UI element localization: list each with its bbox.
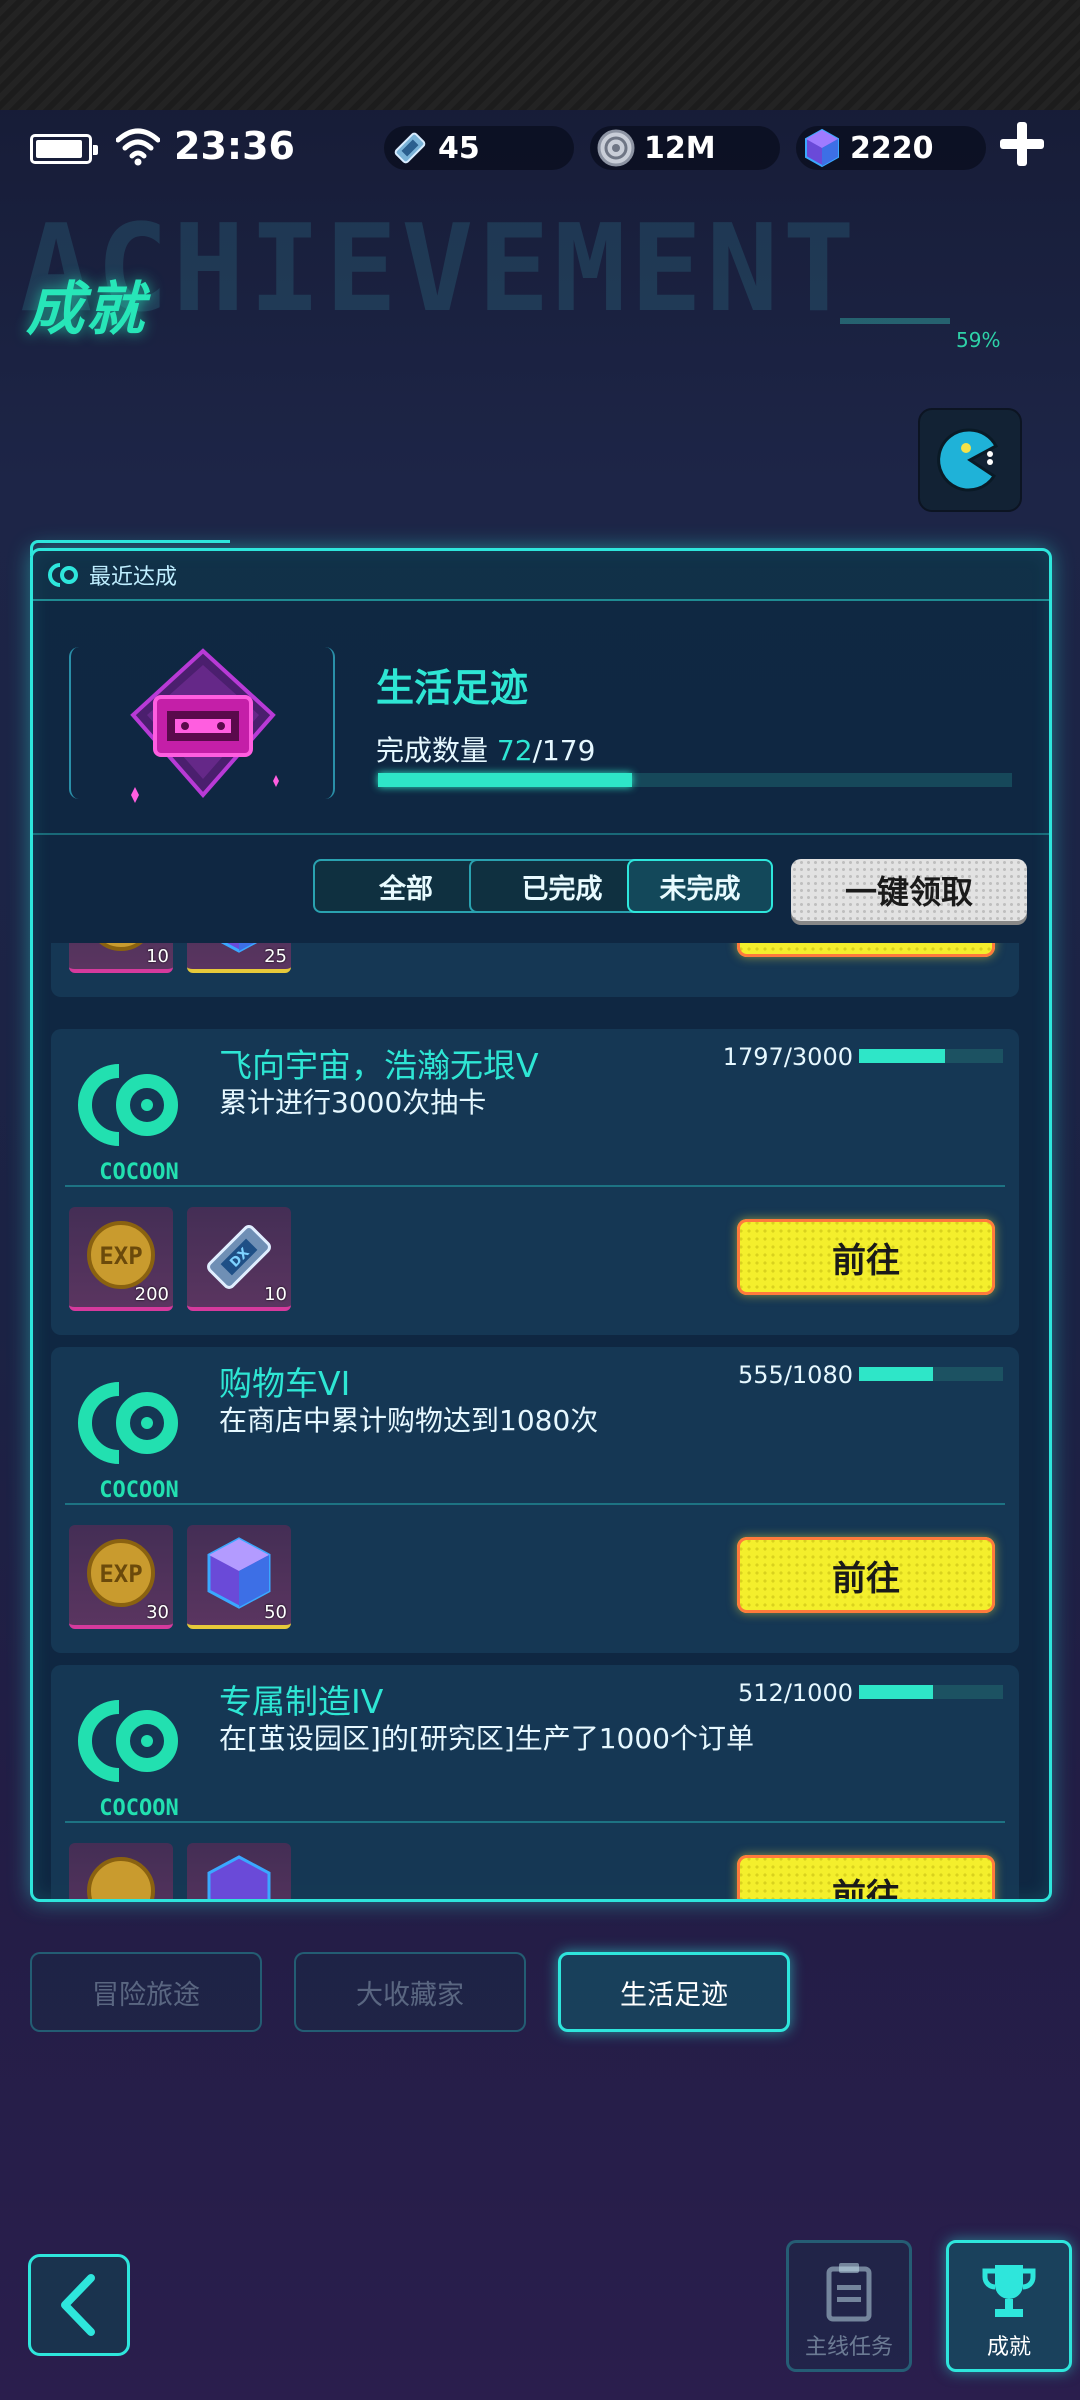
cocoon-small-icon (48, 563, 78, 587)
achievement-progress-bar (859, 1685, 1003, 1699)
achievement-card: COCOON 飞向宇宙，浩瀚无垠V 累计进行3000次抽卡 1797/3000 … (51, 1029, 1019, 1335)
achievement-progress-bar (859, 1049, 1003, 1063)
svg-text:EXP: EXP (99, 1242, 142, 1270)
go-button[interactable]: 前往 (737, 1537, 995, 1613)
achievement-progress-text: 512/1000 (738, 1679, 853, 1707)
achievement-list[interactable]: EXP 10 25 前往 COCOON 飞向宇宙，浩 (33, 943, 1049, 1899)
reward-exp[interactable]: EXP 200 (69, 1207, 173, 1311)
category-progress-fill (378, 773, 632, 787)
main-quest-button[interactable]: 主线任务 (786, 2240, 912, 2372)
ticket-currency[interactable]: 45 (384, 126, 574, 170)
achievement-progress-fill (859, 1685, 933, 1699)
achievement-progress-bar (859, 1367, 1003, 1381)
clipboard-icon (826, 2263, 872, 2322)
coin-icon (597, 129, 635, 167)
reward-exp[interactable]: EXP 10 (69, 943, 173, 973)
chat-bubble-icon (937, 428, 999, 492)
coin-count: 12M (644, 130, 716, 166)
status-bar: 23:36 45 12M 2220 (0, 110, 1080, 180)
cocoon-logo-icon: COCOON (78, 1064, 179, 1185)
title-deco-percent: 59% (956, 328, 1001, 352)
category-badge-icon (130, 648, 279, 803)
achievements-label: 成就 (986, 2335, 1031, 2360)
go-button[interactable]: 前往 (737, 1855, 995, 1899)
reward-amount: 200 (134, 1284, 169, 1305)
ticket-icon (394, 132, 426, 164)
achievement-card: COCOON 购物车VI 在商店中累计购物达到1080次 555/1080 EX… (51, 1347, 1019, 1653)
achievement-panel: 最近达成 生活足迹 完成数量 72/179 全部 已完成 未完成 一键领取 EX… (30, 548, 1052, 1902)
panel-divider (33, 833, 1049, 835)
battery-icon (30, 134, 98, 164)
achievement-desc: 在商店中累计购物达到1080次 (219, 1404, 599, 1437)
ticket-count: 45 (438, 130, 480, 166)
main-quest-label: 主线任务 (804, 2335, 893, 2360)
cocoon-logo-icon: COCOON (78, 1382, 179, 1503)
gem-cube-icon (207, 1855, 271, 1899)
gem-count: 2220 (850, 130, 934, 166)
total-count: /179 (532, 734, 596, 767)
filter-incomplete[interactable]: 未完成 (627, 859, 773, 913)
gem-currency[interactable]: 2220 (796, 126, 986, 170)
reward-amount: 50 (264, 1602, 287, 1623)
completed-count: 72 (496, 734, 533, 767)
chevron-left-icon (61, 2274, 95, 2336)
gem-icon (805, 128, 839, 168)
achievement-name: 专属制造IV (219, 1682, 384, 1721)
card-divider (65, 1503, 1005, 1505)
back-button[interactable] (28, 2254, 130, 2356)
achievement-progress-text: 1797/3000 (722, 1043, 853, 1071)
achievement-progress-fill (859, 1049, 946, 1063)
wifi-icon (116, 128, 160, 166)
achievement-desc: 累计进行3000次抽卡 (219, 1086, 487, 1119)
page-title: 成就 (26, 275, 147, 343)
top-bar (0, 0, 1080, 110)
exp-coin-icon (87, 1857, 155, 1899)
svg-text:EXP: EXP (99, 1560, 142, 1588)
reward-amount: 25 (264, 946, 287, 967)
go-button[interactable]: 前往 (737, 1219, 995, 1295)
reward-ticket[interactable]: DX 10 (187, 1207, 291, 1311)
achievement-name: 购物车VI (219, 1364, 351, 1403)
completion-count-label: 完成数量 (376, 734, 489, 767)
achievement-desc: 在[茧设园区]的[研究区]生产了1000个订单 (219, 1722, 754, 1755)
tab-life-footprint[interactable]: 生活足迹 (558, 1952, 790, 2032)
reward-exp[interactable] (69, 1843, 173, 1899)
coin-currency[interactable]: 12M (590, 126, 780, 170)
reward-gem[interactable]: 50 (187, 1525, 291, 1629)
title-deco-bar (840, 318, 950, 324)
reward-exp[interactable]: EXP 30 (69, 1525, 173, 1629)
reward-gem[interactable] (187, 1843, 291, 1899)
cocoon-logo-icon: COCOON (78, 1700, 179, 1821)
go-button[interactable]: 前往 (737, 943, 995, 957)
completion-count: 完成数量 72/179 (376, 729, 595, 769)
reward-amount: 30 (146, 1602, 169, 1623)
category-progress-bar (378, 773, 1012, 787)
cocoon-logo-text: COCOON (99, 1478, 178, 1503)
card-divider (65, 1185, 1005, 1187)
add-currency-button[interactable] (996, 118, 1048, 170)
recent-header: 最近达成 (33, 551, 1049, 601)
cocoon-logo-text: COCOON (99, 1796, 178, 1821)
tab-collector[interactable]: 大收藏家 (294, 1952, 526, 2032)
reward-amount: 10 (146, 946, 169, 967)
achievement-name: 飞向宇宙，浩瀚无垠V (219, 1046, 539, 1085)
clock: 23:36 (174, 124, 295, 168)
trophy-icon (982, 2265, 1036, 2317)
claim-all-button[interactable]: 一键领取 (791, 859, 1027, 921)
achievement-progress-fill (859, 1367, 934, 1381)
achievement-card-partial: EXP 10 25 前往 (51, 943, 1019, 997)
reward-amount: 10 (264, 1284, 287, 1305)
achievement-progress-text: 555/1080 (738, 1361, 853, 1389)
tab-adventure[interactable]: 冒险旅途 (30, 1952, 262, 2032)
recent-label: 最近达成 (89, 565, 178, 590)
achievements-button[interactable]: 成就 (946, 2240, 1072, 2372)
reward-gem[interactable]: 25 (187, 943, 291, 973)
chat-button[interactable] (918, 408, 1022, 512)
cocoon-logo-text: COCOON (99, 1160, 178, 1185)
category-title: 生活足迹 (376, 666, 529, 710)
achievement-card: COCOON 专属制造IV 在[茧设园区]的[研究区]生产了1000个订单 51… (51, 1665, 1019, 1899)
card-divider (65, 1821, 1005, 1823)
